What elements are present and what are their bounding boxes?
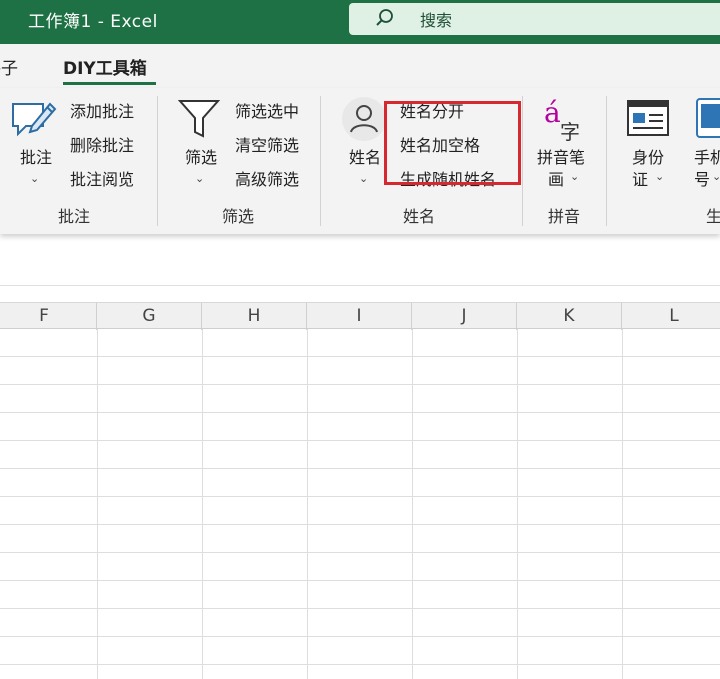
- tab-diy-toolbox[interactable]: DIY工具箱: [63, 54, 147, 79]
- comment-pen-icon: [12, 102, 57, 137]
- person-icon: [342, 97, 386, 141]
- delete-comment-button[interactable]: 删除批注: [70, 132, 134, 156]
- row-gridline: [0, 608, 720, 609]
- group-label-filter: 筛选: [222, 207, 255, 226]
- row-gridline: [0, 468, 720, 469]
- column-headers: F G H I J K L: [0, 302, 720, 330]
- clear-filter-button[interactable]: 清空筛选: [235, 132, 299, 156]
- id-card-dropdown-icon[interactable]: ⌄: [655, 170, 664, 183]
- window-title: 工作簿1 - Excel: [28, 12, 158, 32]
- row-gridline: [0, 412, 720, 413]
- active-tab-indicator: [63, 82, 156, 85]
- name-dropdown-icon[interactable]: ⌄: [359, 172, 368, 185]
- filter-selected-button[interactable]: 筛选选中: [235, 98, 299, 122]
- pinyin-dropdown-icon[interactable]: ⌄: [570, 170, 579, 183]
- row-gridline: [0, 440, 720, 441]
- id-card-button-line1[interactable]: 身份: [632, 148, 664, 168]
- phone-dropdown-icon[interactable]: ⌄: [712, 170, 720, 183]
- search-label[interactable]: 搜索: [420, 7, 452, 31]
- advanced-filter-button[interactable]: 高级筛选: [235, 166, 299, 190]
- phone-button-line1[interactable]: 手机: [694, 148, 720, 168]
- row-gridline: [0, 496, 720, 497]
- group-label-name: 姓名: [403, 207, 436, 226]
- title-bar: 工作簿1 - Excel 搜索: [0, 0, 720, 44]
- filter-dropdown-icon[interactable]: ⌄: [195, 172, 204, 185]
- column-gridline: [307, 329, 308, 679]
- group-label-comments: 批注: [58, 207, 91, 226]
- row-gridline: [0, 636, 720, 637]
- pinyin-strokes-button-line2[interactable]: 画: [548, 170, 564, 190]
- column-header-h[interactable]: H: [202, 303, 307, 330]
- highlight-box: [384, 101, 521, 185]
- column-gridline: [622, 329, 623, 679]
- column-header-l[interactable]: L: [622, 303, 720, 330]
- pinyin-icon-letter: á: [544, 96, 561, 129]
- divider: [157, 96, 158, 226]
- column-gridline: [517, 329, 518, 679]
- name-button[interactable]: 姓名: [349, 148, 381, 168]
- pinyin-icon-character: 字: [560, 120, 580, 144]
- formula-bar[interactable]: [0, 246, 720, 286]
- id-card-button-line2[interactable]: 证: [632, 170, 648, 190]
- column-header-f[interactable]: F: [0, 303, 97, 330]
- group-label-phone-partial: 生: [706, 207, 720, 226]
- row-gridline: [0, 552, 720, 553]
- review-comments-button[interactable]: 批注阅览: [70, 166, 134, 190]
- divider: [320, 96, 321, 226]
- column-header-g[interactable]: G: [97, 303, 202, 330]
- row-gridline: [0, 664, 720, 665]
- column-header-j[interactable]: J: [412, 303, 517, 330]
- comments-dropdown-icon[interactable]: ⌄: [30, 172, 39, 185]
- row-gridline: [0, 524, 720, 525]
- row-gridline: [0, 384, 720, 385]
- column-header-k[interactable]: K: [517, 303, 622, 330]
- search-icon: [376, 9, 393, 26]
- pinyin-icon: á 字: [544, 96, 584, 144]
- column-gridline: [412, 329, 413, 679]
- add-comment-button[interactable]: 添加批注: [70, 98, 134, 122]
- column-gridline: [97, 329, 98, 679]
- pinyin-strokes-button-line1[interactable]: 拼音笔: [537, 148, 585, 168]
- search-box[interactable]: [349, 3, 720, 35]
- cell-grid[interactable]: [0, 329, 720, 679]
- group-label-pinyin: 拼音: [548, 207, 581, 226]
- divider: [522, 96, 523, 226]
- row-gridline: [0, 356, 720, 357]
- row-gridline: [0, 580, 720, 581]
- comments-button[interactable]: 批注: [20, 148, 52, 168]
- column-gridline: [202, 329, 203, 679]
- ribbon: 批注 ⌄ 添加批注 删除批注 批注阅览 批注 筛选 ⌄ 筛选选中 清空筛选 高级…: [0, 88, 720, 234]
- filter-button[interactable]: 筛选: [185, 148, 217, 168]
- phone-button-line2[interactable]: 号: [694, 170, 710, 190]
- tab-previous[interactable]: 格子: [0, 54, 18, 79]
- column-header-i[interactable]: I: [307, 303, 412, 330]
- id-card-icon: [627, 100, 669, 136]
- ribbon-tabs: 格子 DIY工具箱: [0, 44, 720, 88]
- divider: [606, 96, 607, 226]
- filter-icon: [178, 100, 220, 138]
- phone-icon: [696, 98, 720, 138]
